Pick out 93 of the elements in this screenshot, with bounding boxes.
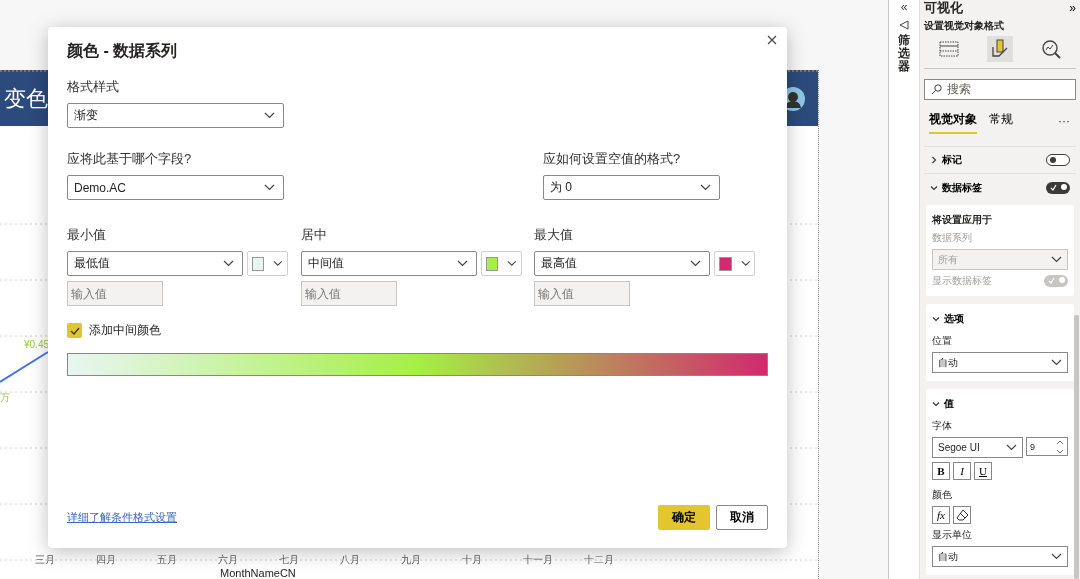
field-label: 应如何设置空值的格式? [543,150,682,168]
axis-label: 八月 [340,553,361,567]
font-size-spinner[interactable]: 9 [1026,437,1068,456]
chevron-icon [264,184,275,191]
pane-title: 可视化 [924,0,963,17]
check-icon [1048,277,1055,284]
axis-label: 十二月 [584,553,615,567]
data-label: ¥0.45 [24,339,50,350]
stop-label: 最小值 [67,226,107,244]
fx-button[interactable]: fx [932,506,950,524]
text-style-button[interactable]: I [953,462,971,480]
chevron-icon [264,112,275,119]
chevron-icon [507,260,517,267]
magnifier-chart-icon [1039,38,1062,60]
search-field[interactable]: 搜索 [924,79,1076,100]
axis-label: 三月 [35,553,56,567]
field-label: 显示数据标签 [932,274,992,288]
ok-button[interactable]: 确定 [658,505,710,530]
chevron-icon [740,260,751,267]
stop-label: 居中 [300,226,328,244]
visual-title: 变色 [4,85,48,113]
field-label: 应将此基于哪个字段? [67,150,193,168]
field-label: 显示单位 [932,528,973,542]
chevron-icon [700,184,711,191]
funnel-icon [899,20,909,30]
tab[interactable]: 常规 [989,108,1013,134]
expand-button[interactable]: » [1069,1,1076,15]
section-header[interactable]: 选项 [932,312,1068,326]
toggle-switch[interactable] [1046,154,1070,167]
axis-label: 九月 [401,553,422,567]
checkbox-label: 添加中间颜色 [89,322,161,339]
field-dropdown[interactable]: Demo.AC [67,175,284,200]
close-icon [767,35,777,45]
empty-values-dropdown[interactable]: 为 0 [543,175,720,200]
color-picker-button[interactable] [480,251,522,276]
chevron-icon [456,260,468,267]
stop-label: 最大值 [534,226,575,244]
chevron-icon [223,260,234,267]
reset-button[interactable] [953,506,971,524]
chevron-icon [1051,359,1062,366]
field-label: 位置 [932,334,953,348]
chevron-down-icon [930,183,938,192]
position-dropdown[interactable]: 自动 [932,352,1068,373]
section-header[interactable]: 值 [932,397,1068,411]
field-label: 颜色 [932,488,953,502]
collapse-button[interactable]: « [900,0,908,14]
chevron-icon [273,260,283,267]
data-label: 万 [0,391,10,405]
format-style-dropdown[interactable]: 渐变 [67,103,284,128]
close-button[interactable] [765,33,779,47]
more-options[interactable]: ··· [1058,114,1070,129]
eraser-icon [955,509,969,521]
spinner-arrows-icon [1056,439,1064,454]
axis-label: 七月 [279,553,300,567]
view-tab[interactable] [987,36,1013,62]
section-header[interactable]: 标记 [930,153,962,168]
field-label: 数据系列 [932,231,973,245]
axis-label: 六月 [218,553,239,567]
chevron-down-icon [932,315,940,323]
help-link[interactable]: 详细了解条件格式设置 [67,510,177,525]
axis-label: 十一月 [523,553,554,567]
color-picker-button[interactable] [247,251,288,276]
tab[interactable]: 视觉对象 [929,108,977,134]
font-dropdown[interactable]: Segoe UI [932,437,1023,458]
search-icon [931,83,942,95]
pane-subtitle: 设置视觉对象格式 [924,19,1005,33]
dialog-title: 颜色 - 数据系列 [67,41,179,61]
cancel-button[interactable]: 取消 [716,505,768,530]
chevron-icon [1051,553,1062,560]
card-title: 将设置应用于 [932,213,993,227]
table-icon [938,38,961,60]
axis-title: MonthNameCN [220,567,296,579]
text-style-button[interactable]: U [974,462,992,480]
color-picker-button[interactable] [714,251,756,276]
scrollbar[interactable] [1074,315,1079,579]
line-series [0,351,49,383]
display-units-dropdown[interactable]: 自动 [932,546,1068,567]
checkbox[interactable] [67,323,82,338]
axis-label: 五月 [157,553,178,567]
axis-label: 四月 [96,553,117,567]
filters-pane-label[interactable]: 筛选器 [898,34,910,74]
field-label: 字体 [932,419,953,433]
axis-label: 十月 [462,553,483,567]
toggle-switch[interactable] [1046,181,1070,194]
chevron-icon [1051,256,1062,263]
field-label: 格式样式 [67,78,120,96]
section-header[interactable]: 数据标签 [930,180,982,195]
chevron-down-icon [932,400,940,408]
chevron-right-icon [930,156,938,165]
text-style-button[interactable]: B [932,462,950,480]
chevron-icon [690,260,702,267]
chevron-icon [1006,444,1017,451]
check-icon [1050,183,1057,191]
